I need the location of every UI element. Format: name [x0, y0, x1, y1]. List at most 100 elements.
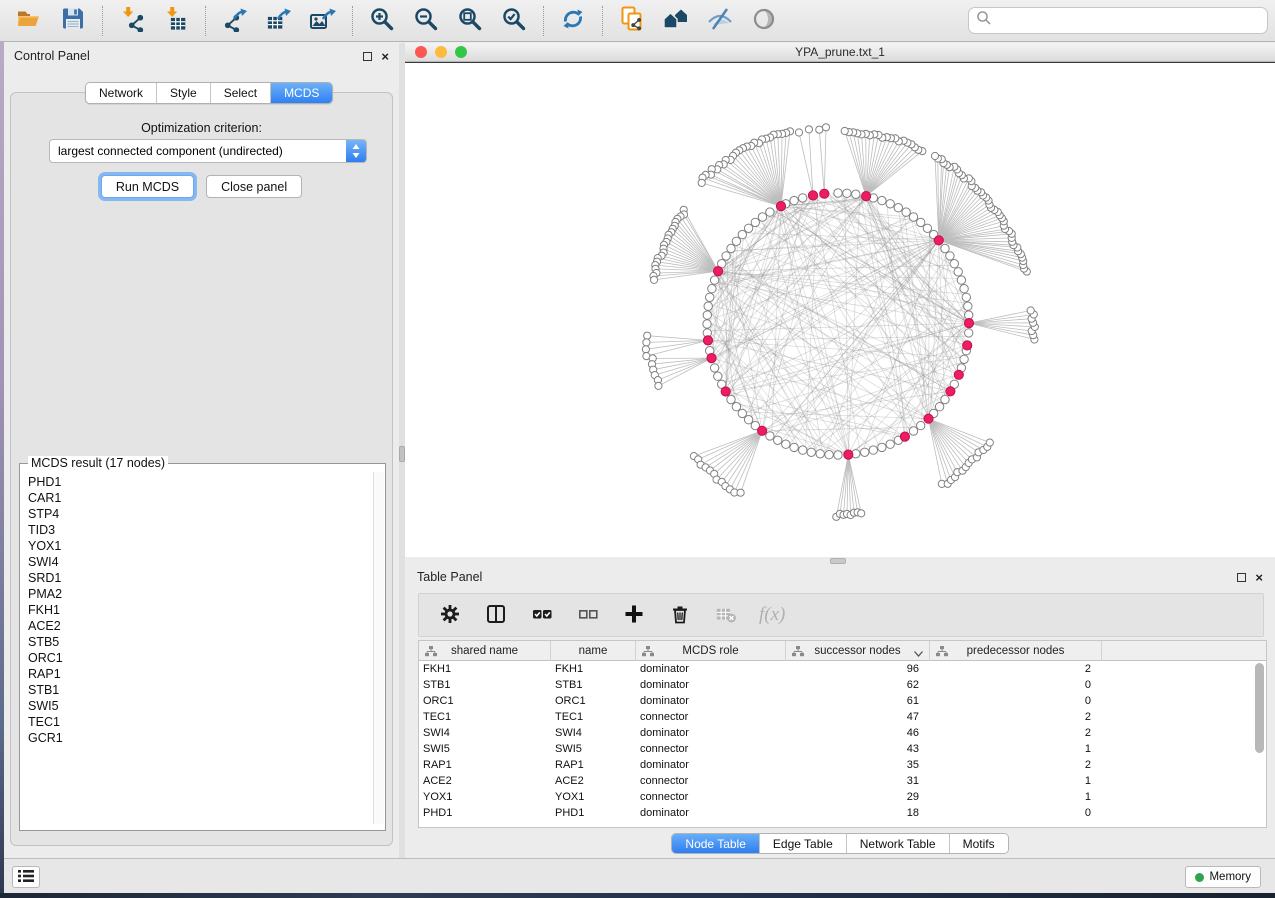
- search-box[interactable]: [968, 7, 1268, 34]
- table-row[interactable]: FKH1FKH1dominator962: [419, 661, 1266, 677]
- task-history-button[interactable]: [12, 866, 40, 888]
- cell-name: YOX1: [551, 789, 636, 805]
- tab-style[interactable]: Style: [157, 83, 211, 103]
- cell-MCDS-role: connector: [636, 741, 786, 757]
- column-header-shared-name[interactable]: shared name: [419, 641, 551, 661]
- mcds-node-item[interactable]: CAR1: [28, 490, 373, 506]
- table-row[interactable]: PHD1PHD1dominator180: [419, 805, 1266, 821]
- mcds-node-item[interactable]: RAP1: [28, 666, 373, 682]
- column-header-name[interactable]: name: [551, 641, 636, 661]
- show-columns-button[interactable]: [483, 602, 509, 628]
- export-network-button[interactable]: [220, 6, 250, 36]
- mcds-node-item[interactable]: STB5: [28, 634, 373, 650]
- mcds-node-item[interactable]: SRD1: [28, 570, 373, 586]
- zoom-fit-button[interactable]: [455, 6, 485, 36]
- network-canvas[interactable]: [405, 62, 1275, 557]
- cell-successor-nodes: 61: [786, 693, 930, 709]
- mcds-result-scrollbar[interactable]: [373, 472, 384, 824]
- mcds-node-item[interactable]: STP4: [28, 506, 373, 522]
- mcds-node-item[interactable]: TEC1: [28, 714, 373, 730]
- show-details-button[interactable]: [749, 6, 779, 36]
- mcds-node-item[interactable]: TID3: [28, 522, 373, 538]
- open-file-button[interactable]: [14, 6, 44, 36]
- search-input[interactable]: [992, 8, 1267, 33]
- mcds-node-item[interactable]: ACE2: [28, 618, 373, 634]
- tab-mcds[interactable]: MCDS: [271, 83, 332, 103]
- column-header-successor-nodes[interactable]: successor nodes: [786, 641, 930, 661]
- cell-successor-nodes: 43: [786, 741, 930, 757]
- deselect-all-rows-icon: [577, 603, 599, 628]
- table-row[interactable]: RAP1RAP1dominator352: [419, 757, 1266, 773]
- mcds-result-title: MCDS result (17 nodes): [28, 456, 168, 470]
- save-session-button[interactable]: [58, 6, 88, 36]
- cell-predecessor-nodes: 0: [930, 805, 1102, 821]
- cell-predecessor-nodes: 0: [930, 677, 1102, 693]
- table-row[interactable]: ORC1ORC1dominator610: [419, 693, 1266, 709]
- close-panel-icon[interactable]: ×: [381, 52, 389, 61]
- tab-node-table[interactable]: Node Table: [672, 834, 760, 853]
- mcds-node-item[interactable]: ORC1: [28, 650, 373, 666]
- cell-MCDS-role: connector: [636, 709, 786, 725]
- horizontal-splitter-grip[interactable]: [830, 558, 846, 564]
- table-row[interactable]: YOX1YOX1connector291: [419, 789, 1266, 805]
- float-panel-icon[interactable]: [363, 52, 372, 61]
- zoom-selected-icon: [501, 6, 527, 35]
- zoom-selected-button[interactable]: [499, 6, 529, 36]
- column-label: successor nodes: [814, 645, 900, 657]
- column-header-predecessor-nodes[interactable]: predecessor nodes: [930, 641, 1102, 661]
- zoom-in-button[interactable]: [367, 6, 397, 36]
- zoom-out-button[interactable]: [411, 6, 441, 36]
- mcds-node-item[interactable]: PMA2: [28, 586, 373, 602]
- column-header-MCDS-role[interactable]: MCDS role: [636, 641, 786, 661]
- tab-select[interactable]: Select: [211, 83, 271, 103]
- import-table-button[interactable]: [161, 6, 191, 36]
- control-panel-title: Control Panel: [14, 49, 90, 63]
- mcds-node-item[interactable]: GCR1: [28, 730, 373, 746]
- tab-network-table[interactable]: Network Table: [847, 834, 950, 853]
- memory-button[interactable]: Memory: [1185, 866, 1261, 888]
- refresh-button[interactable]: [558, 6, 588, 36]
- mcds-node-item[interactable]: STB1: [28, 682, 373, 698]
- show-columns-icon: [485, 603, 507, 628]
- select-all-rows-button[interactable]: [529, 602, 555, 628]
- mcds-node-item[interactable]: SWI4: [28, 554, 373, 570]
- mcds-node-item[interactable]: SWI5: [28, 698, 373, 714]
- mcds-node-item[interactable]: PHD1: [28, 474, 373, 490]
- table-row[interactable]: TEC1TEC1connector472: [419, 709, 1266, 725]
- cell-shared-name: TEC1: [419, 709, 551, 725]
- import-network-button[interactable]: [117, 6, 147, 36]
- mcds-node-item[interactable]: FKH1: [28, 602, 373, 618]
- cell-name: SWI5: [551, 741, 636, 757]
- zoom-in-icon: [369, 6, 395, 35]
- mcds-node-item[interactable]: YOX1: [28, 538, 373, 554]
- tab-network[interactable]: Network: [86, 83, 157, 103]
- table-row[interactable]: SWI5SWI5connector431: [419, 741, 1266, 757]
- delete-column-button[interactable]: [667, 602, 693, 628]
- table-scrollbar-thumb[interactable]: [1255, 663, 1264, 753]
- cell-shared-name: ORC1: [419, 693, 551, 709]
- cell-name: PHD1: [551, 805, 636, 821]
- export-table-button[interactable]: [264, 6, 294, 36]
- close-panel-button[interactable]: Close panel: [206, 175, 302, 198]
- tab-motifs[interactable]: Motifs: [950, 834, 1008, 853]
- optimization-criterion-select[interactable]: largest connected component (undirected): [49, 139, 367, 163]
- hide-details-button[interactable]: [705, 6, 735, 36]
- tab-edge-table[interactable]: Edge Table: [760, 834, 847, 853]
- table-row[interactable]: SWI4SWI4dominator462: [419, 725, 1266, 741]
- run-mcds-button[interactable]: Run MCDS: [101, 175, 194, 198]
- show-all-networks-button[interactable]: [661, 6, 691, 36]
- network-graph[interactable]: [405, 63, 1275, 558]
- table-row[interactable]: STB1STB1dominator620: [419, 677, 1266, 693]
- open-file-icon: [16, 6, 42, 35]
- mcds-result-list[interactable]: PHD1CAR1STP4TID3YOX1SWI4SRD1PMA2FKH1ACE2…: [21, 472, 373, 824]
- table-row[interactable]: ACE2ACE2connector311: [419, 773, 1266, 789]
- network-file-button[interactable]: [617, 6, 647, 36]
- table-settings-button[interactable]: [437, 602, 463, 628]
- deselect-all-rows-button[interactable]: [575, 602, 601, 628]
- add-column-button[interactable]: [621, 602, 647, 628]
- close-table-panel-icon[interactable]: ×: [1255, 573, 1263, 582]
- export-image-button[interactable]: [308, 6, 338, 36]
- memory-status-icon: [1195, 873, 1204, 882]
- float-table-panel-icon[interactable]: [1237, 573, 1246, 582]
- cell-MCDS-role: connector: [636, 773, 786, 789]
